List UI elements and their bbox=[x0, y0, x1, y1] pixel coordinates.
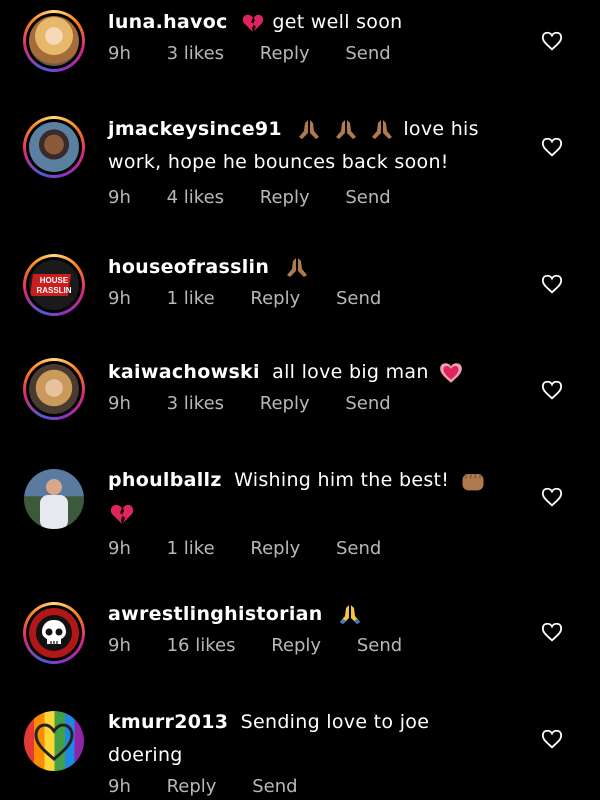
house-of-rasslin-logo: HOUSE RASSLIN bbox=[29, 274, 72, 296]
username[interactable]: kaiwachowski bbox=[108, 361, 260, 383]
comment-text: Wishing him the best! bbox=[234, 469, 450, 491]
logo-text-top: HOUSE bbox=[40, 276, 69, 285]
reply-button[interactable]: Reply bbox=[250, 536, 300, 562]
heart-outline-icon[interactable] bbox=[541, 621, 563, 643]
avatar[interactable] bbox=[23, 710, 85, 772]
reply-button[interactable]: Reply bbox=[260, 41, 310, 67]
comment-time: 9h bbox=[108, 187, 131, 208]
heart-outline-icon[interactable] bbox=[541, 136, 563, 158]
comment-time: 9h bbox=[108, 776, 131, 797]
avatar[interactable] bbox=[23, 468, 85, 530]
send-button[interactable]: Send bbox=[336, 286, 381, 312]
avatar[interactable] bbox=[23, 116, 85, 178]
reply-button[interactable]: Reply bbox=[250, 286, 300, 312]
comment-time: 9h bbox=[108, 635, 131, 656]
heart-outline-icon[interactable] bbox=[541, 379, 563, 401]
comment-text: all love big man bbox=[272, 361, 429, 383]
comment-time: 9h bbox=[108, 538, 131, 559]
send-button[interactable]: Send bbox=[336, 536, 381, 562]
likes-count[interactable]: 4 likes bbox=[167, 185, 224, 211]
send-button[interactable]: Send bbox=[252, 774, 297, 800]
folded-hands-emoji bbox=[296, 118, 322, 142]
username[interactable]: kmurr2013 bbox=[108, 711, 228, 733]
likes-count[interactable]: 1 like bbox=[167, 536, 215, 562]
reply-button[interactable]: Reply bbox=[271, 633, 321, 659]
send-button[interactable]: Send bbox=[345, 41, 390, 67]
avatar[interactable] bbox=[23, 10, 85, 72]
broken-heart-emoji bbox=[110, 503, 134, 525]
logo-text-bottom: RASSLIN bbox=[36, 286, 71, 295]
username[interactable]: luna.havoc bbox=[108, 11, 228, 33]
fist-emoji bbox=[458, 467, 488, 495]
comment-time: 9h bbox=[108, 393, 131, 414]
heart-emoji bbox=[437, 360, 465, 386]
likes-count[interactable]: 16 likes bbox=[167, 633, 236, 659]
avatar[interactable]: HOUSE RASSLIN bbox=[23, 254, 85, 316]
username[interactable]: phoulballz bbox=[108, 469, 222, 491]
likes-count[interactable]: 3 likes bbox=[167, 391, 224, 417]
comment-time: 9h bbox=[108, 43, 131, 64]
heart-outline-icon[interactable] bbox=[541, 486, 563, 508]
folded-hands-emoji bbox=[333, 118, 359, 142]
send-button[interactable]: Send bbox=[345, 185, 390, 211]
avatar[interactable] bbox=[23, 358, 85, 420]
reply-button[interactable]: Reply bbox=[260, 391, 310, 417]
heart-outline-icon[interactable] bbox=[541, 273, 563, 295]
folded-hands-emoji bbox=[284, 256, 310, 280]
folded-hands-emoji bbox=[337, 603, 363, 627]
comment-text: get well soon bbox=[272, 11, 403, 33]
reply-button[interactable]: Reply bbox=[167, 774, 217, 800]
folded-hands-emoji bbox=[369, 118, 395, 142]
rainbow-heart-icon bbox=[34, 723, 74, 761]
username[interactable]: awrestlinghistorian bbox=[108, 603, 323, 625]
send-button[interactable]: Send bbox=[357, 633, 402, 659]
skull-icon bbox=[36, 615, 72, 651]
comment-time: 9h bbox=[108, 288, 131, 309]
username[interactable]: jmackeysince91 bbox=[108, 118, 282, 140]
username[interactable]: houseofrasslin bbox=[108, 256, 269, 278]
heart-outline-icon[interactable] bbox=[541, 728, 563, 750]
send-button[interactable]: Send bbox=[345, 391, 390, 417]
likes-count[interactable]: 1 like bbox=[167, 286, 215, 312]
broken-heart-emoji bbox=[242, 13, 264, 33]
heart-outline-icon[interactable] bbox=[541, 30, 563, 52]
avatar[interactable] bbox=[23, 602, 85, 664]
likes-count[interactable]: 3 likes bbox=[167, 41, 224, 67]
reply-button[interactable]: Reply bbox=[260, 185, 310, 211]
